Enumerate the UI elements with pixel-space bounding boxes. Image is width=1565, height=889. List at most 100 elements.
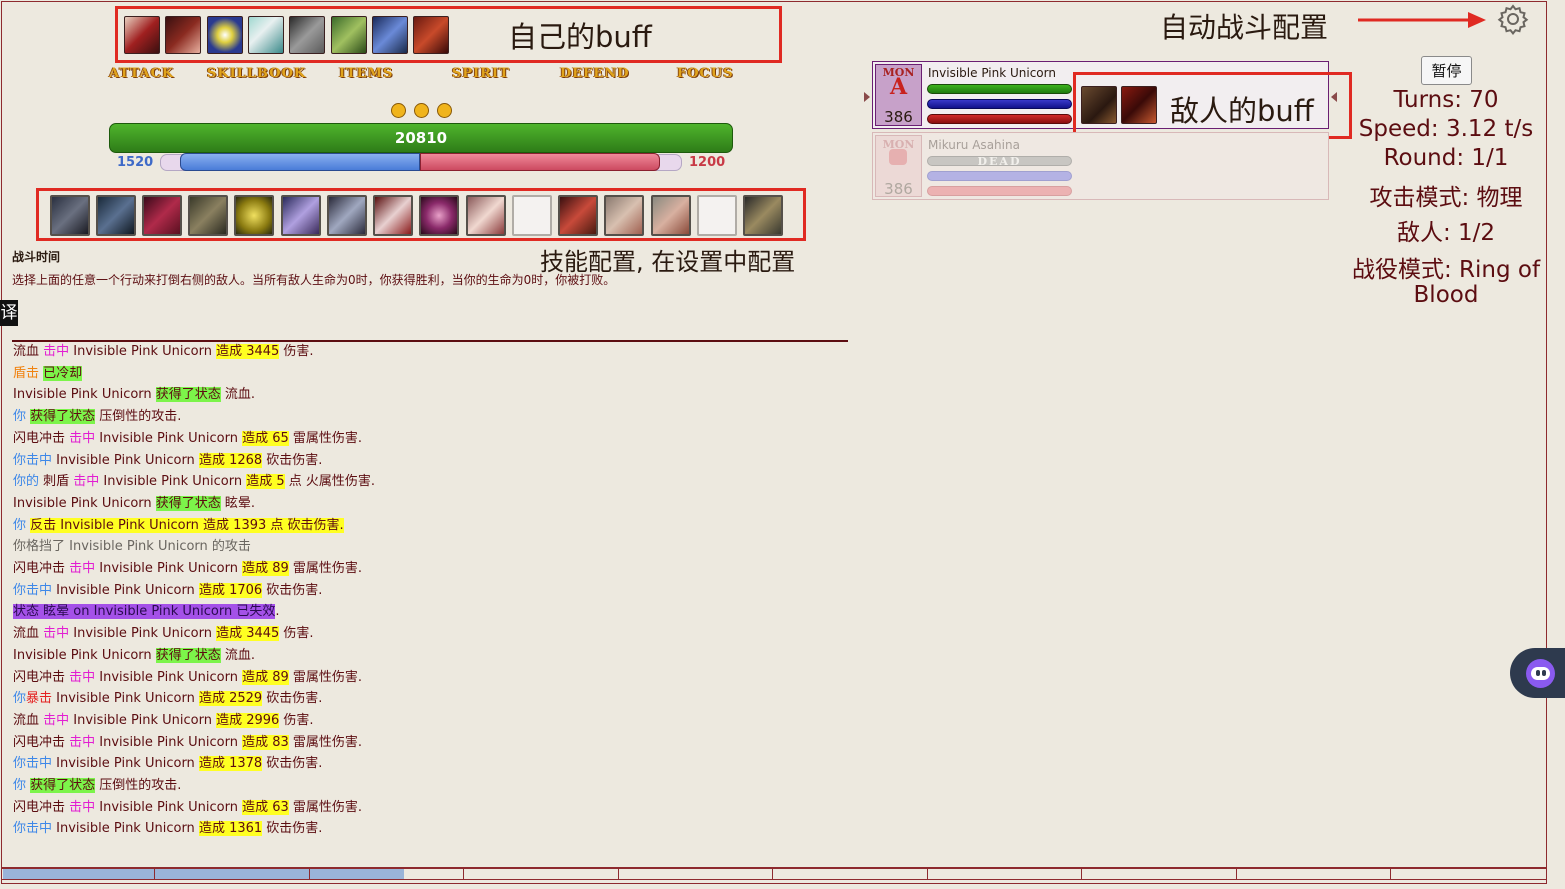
skill-slot-3[interactable] bbox=[142, 195, 182, 236]
menu-items-button[interactable]: ITEMS bbox=[339, 66, 393, 81]
monster-2-mp-bar bbox=[927, 171, 1072, 181]
skill-slot-10[interactable] bbox=[466, 195, 506, 236]
monster-1-pointer-left-icon bbox=[864, 92, 870, 102]
log-fragment: 造成 2996 bbox=[216, 712, 280, 728]
log-entry: 闪电冲击 击中 Invisible Pink Unicorn 造成 63 雷属性… bbox=[13, 799, 362, 817]
gear-icon[interactable] bbox=[1497, 3, 1529, 35]
log-entry: Invisible Pink Unicorn 获得了状态 流血. bbox=[13, 386, 255, 404]
log-fragment: 闪电冲击 bbox=[13, 734, 70, 750]
log-fragment: 流血. bbox=[220, 387, 256, 403]
log-fragment: 闪电冲击 bbox=[13, 430, 70, 446]
log-fragment: 点 火属性伤害. bbox=[284, 474, 376, 490]
log-fragment: 闪电冲击 bbox=[13, 799, 70, 815]
skill-slot-16[interactable] bbox=[743, 195, 783, 236]
translate-badge[interactable]: 译 bbox=[0, 300, 18, 326]
log-fragment: 眩晕. bbox=[220, 495, 256, 511]
log-fragment: Invisible Pink Unicorn bbox=[52, 582, 199, 598]
log-entry: 闪电冲击 击中 Invisible Pink Unicorn 造成 83 雷属性… bbox=[13, 734, 362, 752]
log-entry: 你击中 Invisible Pink Unicorn 造成 1378 砍击伤害. bbox=[13, 755, 322, 773]
buff-icon-8 bbox=[413, 16, 450, 54]
log-fragment: Invisible Pink Unicorn bbox=[95, 734, 243, 750]
skill-slot-13[interactable] bbox=[604, 195, 644, 236]
log-fragment: 雷属性伤害. bbox=[288, 669, 363, 685]
assistant-bubble-icon[interactable] bbox=[1526, 659, 1555, 688]
log-entry: 状态 眩晕 on Invisible Pink Unicorn 已失效. bbox=[13, 603, 280, 621]
pause-button[interactable]: 暂停 bbox=[1421, 56, 1472, 85]
log-fragment: 击中 bbox=[69, 734, 96, 750]
enemy-buff-annotation-label: 敌人的buff bbox=[1170, 94, 1314, 128]
skill-slot-11[interactable] bbox=[512, 195, 552, 236]
log-fragment: 雷属性伤害. bbox=[288, 799, 363, 815]
log-entry: 流血 击中 Invisible Pink Unicorn 造成 3445 伤害. bbox=[13, 343, 314, 361]
log-entry: 你 获得了状态 压倒性的攻击. bbox=[13, 408, 181, 426]
monster-1-letter: A bbox=[889, 74, 908, 100]
stat-campaign-line-2: Blood bbox=[1413, 282, 1479, 308]
menu-attack-button[interactable]: ATTACK bbox=[109, 66, 174, 81]
menu-spirit-button[interactable]: SPIRIT bbox=[452, 66, 510, 81]
log-entry: 你的 刺盾 击中 Invisible Pink Unicorn 造成 5 点 火… bbox=[13, 473, 375, 491]
log-fragment: 砍击伤害. bbox=[262, 452, 323, 468]
log-entry: 闪电冲击 击中 Invisible Pink Unicorn 造成 65 雷属性… bbox=[13, 430, 362, 448]
log-fragment: 造成 1378 bbox=[198, 756, 263, 772]
log-fragment: 造成 1268 bbox=[198, 452, 263, 468]
log-fragment: 盾击 bbox=[13, 365, 44, 381]
log-entry: Invisible Pink Unicorn 获得了状态 流血. bbox=[13, 647, 255, 665]
skill-slot-7[interactable] bbox=[327, 195, 367, 236]
skill-slot-15[interactable] bbox=[697, 195, 737, 236]
stat-round: Round: 1/1 bbox=[1383, 145, 1509, 171]
log-fragment: 雷属性伤害. bbox=[288, 430, 363, 446]
player-sp-bar bbox=[420, 153, 660, 171]
skill-slot-14[interactable] bbox=[651, 195, 691, 236]
log-fragment: 你击中 bbox=[13, 452, 53, 468]
skill-slot-4[interactable] bbox=[188, 195, 228, 236]
log-fragment: 已冷却 bbox=[43, 365, 83, 381]
monster-1-name: Invisible Pink Unicorn bbox=[928, 66, 1056, 80]
bottom-segment-divider bbox=[772, 869, 773, 879]
bottom-segment-divider bbox=[1081, 869, 1082, 879]
log-entry: 你击中 Invisible Pink Unicorn 造成 1361 砍击伤害. bbox=[13, 820, 322, 838]
buff-icon-6 bbox=[330, 16, 367, 54]
log-fragment: Invisible Pink Unicorn bbox=[95, 799, 243, 815]
menu-defend-button[interactable]: DEFEND bbox=[560, 66, 629, 81]
player-mp-value: 1520 bbox=[117, 155, 154, 170]
monster-2-level: 386 bbox=[884, 180, 913, 198]
log-fragment: 造成 83 bbox=[242, 734, 289, 750]
log-fragment: Invisible Pink Unicorn bbox=[52, 452, 199, 468]
bottom-segment-divider bbox=[309, 869, 310, 879]
log-entry: 你格挡了 Invisible Pink Unicorn 的攻击 bbox=[13, 538, 251, 556]
skill-slot-6[interactable] bbox=[281, 195, 321, 236]
log-fragment: 你 bbox=[13, 409, 31, 425]
log-fragment: Invisible Pink Unicorn bbox=[99, 474, 247, 490]
monster-2-sp-bar bbox=[927, 186, 1072, 196]
bottom-segment-divider bbox=[463, 869, 464, 879]
skill-slot-2[interactable] bbox=[96, 195, 136, 236]
menu-focus-button[interactable]: FOCUS bbox=[677, 66, 734, 81]
log-fragment: 你击中 bbox=[13, 582, 53, 598]
skill-slot-1[interactable] bbox=[50, 195, 90, 236]
log-fragment: 砍击伤害. bbox=[262, 821, 323, 837]
skill-slot-5[interactable] bbox=[234, 195, 274, 236]
bottom-segment-divider bbox=[154, 869, 155, 879]
log-fragment: Invisible Pink Unicorn bbox=[13, 387, 156, 403]
log-fragment: 造成 3445 bbox=[216, 626, 280, 642]
monster-1-sp-bar bbox=[927, 114, 1072, 124]
log-entry: Invisible Pink Unicorn 获得了状态 眩晕. bbox=[13, 495, 255, 513]
log-fragment: 闪电冲击 bbox=[13, 561, 70, 576]
menu-skillbook-button[interactable]: SKILLBOOK bbox=[207, 66, 306, 81]
skill-slot-8[interactable] bbox=[373, 195, 413, 236]
log-entry: 你暴击 Invisible Pink Unicorn 造成 2529 砍击伤害. bbox=[13, 690, 322, 708]
log-fragment: 造成 89 bbox=[242, 669, 289, 685]
log-fragment: 流血. bbox=[220, 647, 256, 663]
skill-slot-9[interactable] bbox=[419, 195, 459, 236]
log-fragment: 刺盾 bbox=[39, 474, 74, 490]
monster-1-level: 386 bbox=[884, 108, 913, 126]
charge-dot-3 bbox=[437, 103, 452, 118]
log-fragment: 造成 89 bbox=[242, 561, 289, 576]
skill-slot-12[interactable] bbox=[558, 195, 598, 236]
log-entry: 你击中 Invisible Pink Unicorn 造成 1706 砍击伤害. bbox=[13, 582, 322, 600]
log-fragment: Invisible Pink Unicorn bbox=[95, 561, 243, 576]
log-entry: 你 获得了状态 压倒性的攻击. bbox=[13, 777, 181, 795]
battle-instructions: 选择上面的任意一个行动来打倒右侧的敌人。当所有敌人生命为0时，你获得胜利，当你的… bbox=[12, 273, 616, 287]
log-fragment: 暴击 bbox=[26, 691, 53, 707]
log-entry: 你 反击 Invisible Pink Unicorn 造成 1393 点 砍击… bbox=[13, 517, 344, 535]
